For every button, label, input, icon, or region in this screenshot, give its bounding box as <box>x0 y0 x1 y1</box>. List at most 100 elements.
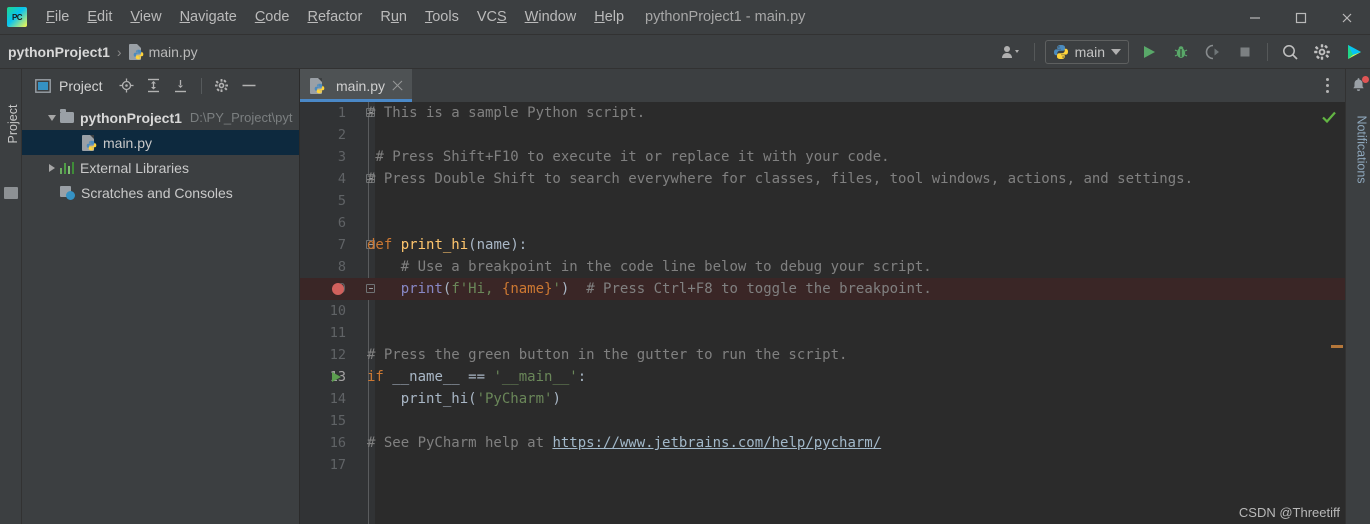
code-line[interactable]: 10 <box>300 300 1345 322</box>
code-line[interactable]: 1 # This is a sample Python script. <box>300 102 1345 124</box>
tree-node-label: External Libraries <box>80 159 189 176</box>
tool-window-button-project[interactable]: Project <box>2 89 24 159</box>
run-configuration-selector[interactable]: main <box>1044 40 1129 64</box>
expand-all-icon <box>148 78 160 93</box>
toolbar-separator-2 <box>1267 43 1268 61</box>
collapse-all-icon <box>175 80 187 93</box>
minimize-icon <box>242 84 256 87</box>
editor-tab-main-py[interactable]: main.py <box>300 69 413 102</box>
editor-area: main.py 1 # This is a sample Python scri… <box>300 69 1345 524</box>
code-line[interactable]: 15 <box>300 410 1345 432</box>
code-line[interactable]: 17 <box>300 454 1345 476</box>
tree-node-external-libraries[interactable]: External Libraries <box>22 155 299 180</box>
menu-item-window[interactable]: Window <box>516 5 586 29</box>
code-line-breakpoint[interactable]: 9 print(f'Hi, {name}') # Press Ctrl+F8 t… <box>300 278 1345 300</box>
chevron-right-icon[interactable] <box>44 163 60 172</box>
code-line[interactable]: 5 <box>300 190 1345 212</box>
project-settings-button[interactable] <box>211 75 233 97</box>
close-icon[interactable] <box>391 79 404 92</box>
menu-item-help[interactable]: Help <box>585 5 633 29</box>
line-text: # Press the green button in the gutter t… <box>367 347 848 363</box>
updates-button[interactable] <box>1340 38 1368 66</box>
locate-icon <box>119 78 134 93</box>
line-text: # Press Double Shift to search everywher… <box>367 171 1194 187</box>
line-number: 1 <box>337 105 346 121</box>
close-icon <box>1342 13 1352 22</box>
code-line[interactable]: 6 <box>300 212 1345 234</box>
run-button[interactable] <box>1135 38 1163 66</box>
close-button[interactable] <box>1324 0 1370 35</box>
breadcrumb-project[interactable]: pythonProject1 <box>8 44 110 60</box>
run-with-coverage-button[interactable] <box>1199 38 1227 66</box>
code-line[interactable]: 12 # Press the green button in the gutte… <box>300 344 1345 366</box>
run-gutter-icon[interactable] <box>332 371 341 382</box>
expand-all-button[interactable] <box>143 75 165 97</box>
line-number: 7 <box>337 237 346 253</box>
tree-node-scratches-and-consoles[interactable]: Scratches and Consoles <box>22 180 299 205</box>
scrollbar-marker[interactable] <box>1331 345 1343 348</box>
line-text: def print_hi(name): <box>367 237 528 253</box>
breadcrumb-file[interactable]: main.py <box>149 44 198 60</box>
tool-window-button-notifications[interactable]: Notifications <box>1349 105 1370 195</box>
code-line-main-guard[interactable]: 13 if __name__ == '__main__': <box>300 366 1345 388</box>
libraries-icon <box>60 161 74 174</box>
python-config-icon <box>1053 45 1068 59</box>
menu-item-edit[interactable]: Edit <box>78 5 121 29</box>
menu-item-file[interactable]: File <box>37 5 78 29</box>
user-accounts-button[interactable] <box>998 38 1026 66</box>
line-number: 16 <box>329 435 346 451</box>
gear-icon <box>1314 44 1330 60</box>
python-logo-icon <box>133 49 143 59</box>
pycharm-window: PC File Edit View Navigate Code Refactor… <box>0 0 1370 524</box>
locate-button[interactable] <box>116 75 138 97</box>
menu-item-refactor[interactable]: Refactor <box>299 5 372 29</box>
debug-button[interactable] <box>1167 38 1195 66</box>
tree-node-main-py[interactable]: main.py <box>22 130 299 155</box>
more-options-icon[interactable] <box>1318 76 1336 96</box>
inspection-status-widget[interactable] <box>1317 106 1341 128</box>
project-panel-toolbar <box>116 75 260 97</box>
collapse-all-button[interactable] <box>170 75 192 97</box>
line-number: 4 <box>337 171 346 187</box>
maximize-icon <box>1295 12 1307 23</box>
editor-tab-label: main.py <box>336 77 386 94</box>
code-line[interactable]: 8 # Use a breakpoint in the code line be… <box>300 256 1345 278</box>
menu-item-navigate[interactable]: Navigate <box>171 5 246 29</box>
code-line[interactable]: 7 def print_hi(name): <box>300 234 1345 256</box>
code-line[interactable]: 14 print_hi('PyCharm') <box>300 388 1345 410</box>
code-line-help-url[interactable]: 16 # See PyCharm help at https://www.jet… <box>300 432 1345 454</box>
menu-item-view[interactable]: View <box>121 5 170 29</box>
menu-item-run[interactable]: Run <box>371 5 416 29</box>
stop-icon <box>1240 47 1250 57</box>
stop-button[interactable] <box>1231 38 1259 66</box>
menu-item-code[interactable]: Code <box>246 5 299 29</box>
code-line[interactable]: 4 # Press Double Shift to search everywh… <box>300 168 1345 190</box>
hide-panel-button[interactable] <box>238 75 260 97</box>
menu-item-tools[interactable]: Tools <box>416 5 468 29</box>
python-logo-icon <box>86 140 97 150</box>
project-panel-header: Project <box>22 69 299 102</box>
maximize-button[interactable] <box>1278 0 1324 35</box>
line-number: 6 <box>337 215 346 231</box>
chevron-down-icon[interactable] <box>44 114 60 122</box>
tree-node-pythonProject1[interactable]: pythonProject1 D:\PY_Project\pyt <box>22 105 299 130</box>
line-number: 3 <box>337 149 346 165</box>
settings-button[interactable] <box>1308 38 1336 66</box>
tree-node-label: pythonProject1 <box>80 109 182 126</box>
python-file-icon <box>310 77 325 94</box>
help-url-link[interactable]: https://www.jetbrains.com/help/pycharm/ <box>552 435 881 451</box>
notification-badge <box>1362 76 1369 83</box>
folder-icon <box>60 109 74 123</box>
breakpoint-icon[interactable] <box>332 283 344 295</box>
line-text: # This is a sample Python script. <box>367 105 646 121</box>
structure-icon[interactable] <box>4 187 18 199</box>
minimize-button[interactable] <box>1232 0 1278 35</box>
line-text: if __name__ == '__main__': <box>367 369 587 385</box>
code-area[interactable]: 1 # This is a sample Python script. 2 3 … <box>300 102 1345 524</box>
code-line[interactable]: 2 <box>300 124 1345 146</box>
code-line[interactable]: 3 # Press Shift+F10 to execute it or rep… <box>300 146 1345 168</box>
code-line[interactable]: 11 <box>300 322 1345 344</box>
line-number: 8 <box>337 259 346 275</box>
search-everywhere-button[interactable] <box>1276 38 1304 66</box>
menu-item-vcs[interactable]: VCS <box>468 5 516 29</box>
